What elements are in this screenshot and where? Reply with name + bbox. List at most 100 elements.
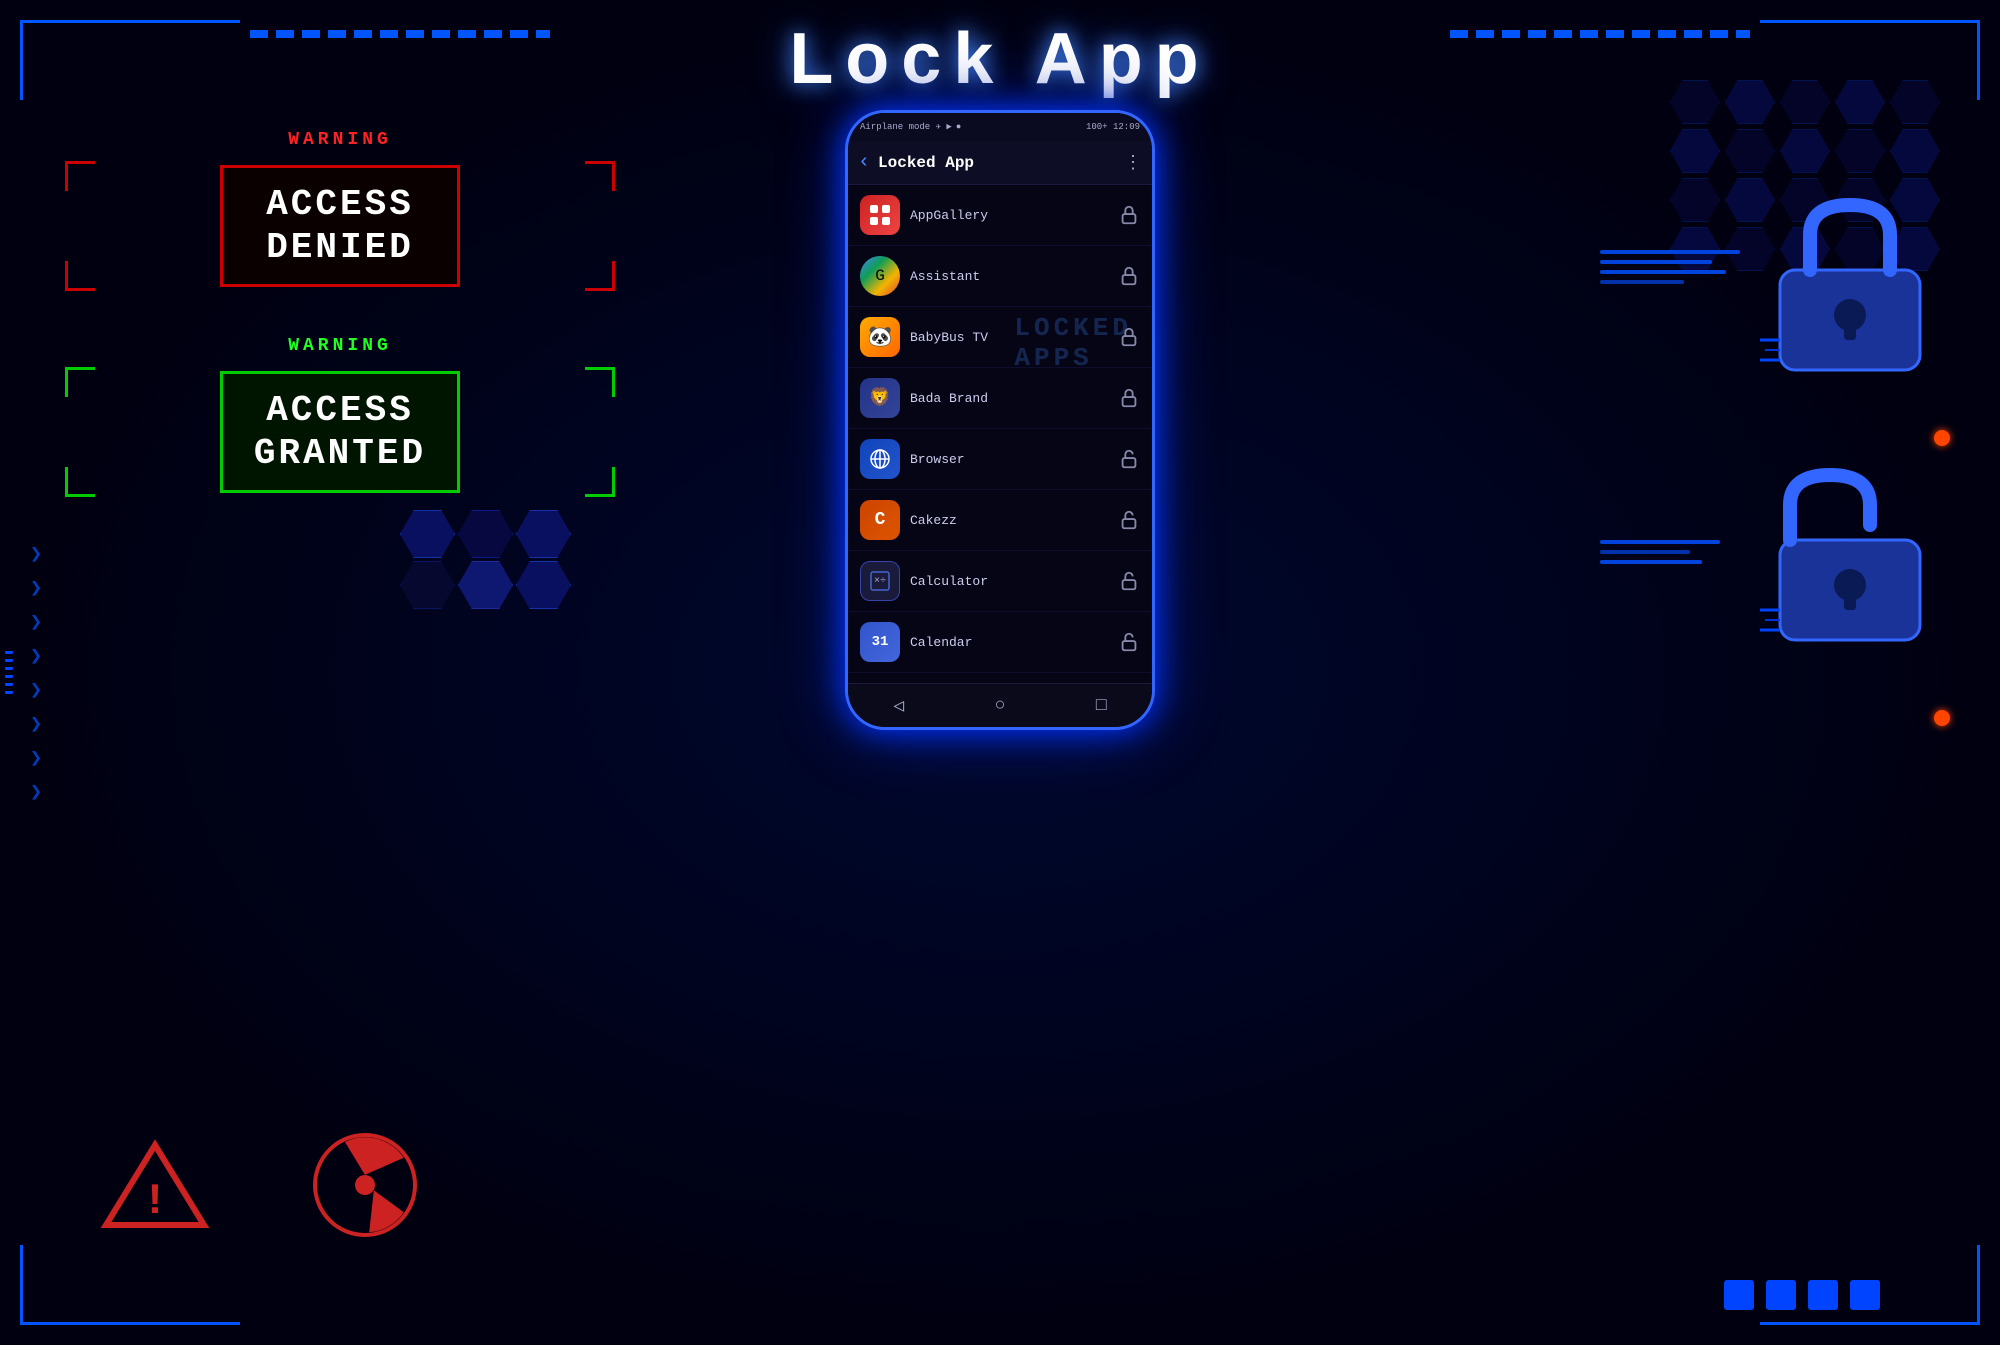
side-tick xyxy=(5,651,13,654)
hex-deco xyxy=(400,561,455,609)
side-arrows-left: ❯ ❯ ❯ ❯ ❯ ❯ ❯ ❯ xyxy=(30,541,42,805)
list-item[interactable]: Browser xyxy=(848,429,1152,490)
side-tick xyxy=(5,683,13,686)
side-tick xyxy=(5,691,13,694)
menu-button[interactable]: ⋮ xyxy=(1124,152,1142,174)
chevron-icon: ❯ xyxy=(30,609,42,635)
home-nav-button[interactable]: ○ xyxy=(995,696,1006,716)
red-dot-indicator xyxy=(1934,430,1950,446)
app-icon-calculator: ×÷ xyxy=(860,561,900,601)
phone-frame: Airplane mode ✈ ▶ ● 100+ 12:09 ‹ Locked … xyxy=(845,110,1155,730)
list-item[interactable]: 🦁 Bada Brand xyxy=(848,368,1152,429)
hex-cell xyxy=(1670,178,1720,222)
access-granted-box: ACCESS GRANTED xyxy=(60,362,620,502)
lock-open-icon xyxy=(1118,448,1140,470)
frame-corner-tl xyxy=(20,20,240,100)
locked-lock-icon xyxy=(1760,190,1940,395)
hex-cell xyxy=(1725,129,1775,173)
lock-closed-icon xyxy=(1118,387,1140,409)
app-icon-calendar: 31 xyxy=(860,622,900,662)
recents-nav-button[interactable]: □ xyxy=(1096,696,1107,716)
warning-triangle-icon: ! xyxy=(100,1137,210,1238)
list-item[interactable]: 🐼 BabyBus TV xyxy=(848,307,1152,368)
lock-open-icon xyxy=(1118,509,1140,531)
lock-open-icon xyxy=(1118,570,1140,592)
svg-text:×÷: ×÷ xyxy=(874,576,886,587)
app-header-title: Locked App xyxy=(878,154,1116,172)
app-name: Calendar xyxy=(910,635,1108,650)
frame-corner-tr xyxy=(1760,20,1980,100)
back-nav-button[interactable]: ◁ xyxy=(893,695,904,717)
list-item[interactable]: ×÷ Calculator xyxy=(848,551,1152,612)
tech-lines-right-upper xyxy=(1600,250,1740,290)
chevron-icon: ❯ xyxy=(30,745,42,771)
hex-cell xyxy=(1890,129,1940,173)
hex-deco xyxy=(516,561,571,609)
chevron-icon: ❯ xyxy=(30,779,42,805)
app-name: AppGallery xyxy=(910,208,1108,223)
top-dash-left xyxy=(250,30,550,38)
chevron-icon: ❯ xyxy=(30,711,42,737)
bracket-tr-green xyxy=(585,367,615,397)
dot-indicator xyxy=(1850,1280,1880,1310)
bracket-tl-red xyxy=(65,161,95,191)
app-icon-assistant: G xyxy=(860,256,900,296)
dot-indicator xyxy=(1724,1280,1754,1310)
app-icon-babybus: 🐼 xyxy=(860,317,900,357)
status-bar-left: Airplane mode ✈ ▶ ● xyxy=(860,122,961,132)
list-item[interactable]: G Assistant xyxy=(848,246,1152,307)
unlocked-lock-icon xyxy=(1760,460,1940,665)
hex-deco xyxy=(400,510,455,558)
side-deco-left xyxy=(0,0,25,1345)
status-bar: Airplane mode ✈ ▶ ● 100+ 12:09 xyxy=(848,113,1152,141)
hex-cell xyxy=(1835,129,1885,173)
lock-closed-icon xyxy=(1118,326,1140,348)
bracket-br-red xyxy=(585,261,615,291)
bracket-tl-green xyxy=(65,367,95,397)
list-item[interactable]: C Cakezz UNLOCKEDAPPS xyxy=(848,490,1152,551)
side-tick xyxy=(5,667,13,670)
left-panel: WARNING ACCESS DENIE xyxy=(60,130,620,542)
app-icon-cakezz: C xyxy=(860,500,900,540)
navigation-bar: ◁ ○ □ xyxy=(848,683,1152,727)
svg-text:!: ! xyxy=(142,1177,168,1227)
frame-corner-bl xyxy=(20,1245,240,1325)
app-name: Assistant xyxy=(910,269,1108,284)
side-tick xyxy=(5,659,13,662)
list-item[interactable]: 31 Calendar xyxy=(848,612,1152,673)
chevron-icon: ❯ xyxy=(30,541,42,567)
danger-icons-group: ! xyxy=(100,1130,420,1245)
access-granted-text-box: ACCESS GRANTED xyxy=(220,371,460,493)
radiation-icon xyxy=(310,1130,420,1245)
access-granted-text: ACCESS GRANTED xyxy=(253,389,427,475)
bracket-bl-red xyxy=(65,261,95,291)
app-name: BabyBus TV xyxy=(910,330,1108,345)
hex-cluster-left xyxy=(400,510,600,609)
chevron-icon: ❯ xyxy=(30,643,42,669)
access-denied-banner: WARNING ACCESS DENIE xyxy=(60,130,620,296)
access-denied-text-box: ACCESS DENIED xyxy=(220,165,460,287)
back-button[interactable]: ‹ xyxy=(858,151,870,174)
app-name: Cakezz xyxy=(910,513,1108,528)
dot-indicator xyxy=(1808,1280,1838,1310)
hex-cell xyxy=(1670,129,1720,173)
access-denied-text: ACCESS DENIED xyxy=(253,183,427,269)
bracket-br-green xyxy=(585,467,615,497)
list-item[interactable]: AppGallery xyxy=(848,185,1152,246)
phone-mockup: Airplane mode ✈ ▶ ● 100+ 12:09 ‹ Locked … xyxy=(845,110,1155,730)
app-name: Browser xyxy=(910,452,1108,467)
hex-deco xyxy=(516,510,571,558)
app-icon-browser xyxy=(860,439,900,479)
app-header: ‹ Locked App ⋮ xyxy=(848,141,1152,185)
warning-label-granted: WARNING xyxy=(60,336,620,356)
access-denied-box: ACCESS DENIED xyxy=(60,156,620,296)
side-tick xyxy=(5,675,13,678)
chevron-icon: ❯ xyxy=(30,575,42,601)
hex-deco xyxy=(458,510,513,558)
lock-closed-icon xyxy=(1118,204,1140,226)
status-bar-right: 100+ 12:09 xyxy=(1086,122,1140,132)
page-title: Lock App xyxy=(789,18,1210,100)
app-list: LOCKEDAPPS AppGallery G Assistant xyxy=(848,185,1152,683)
bracket-bl-green xyxy=(65,467,95,497)
red-dot-indicator xyxy=(1934,710,1950,726)
